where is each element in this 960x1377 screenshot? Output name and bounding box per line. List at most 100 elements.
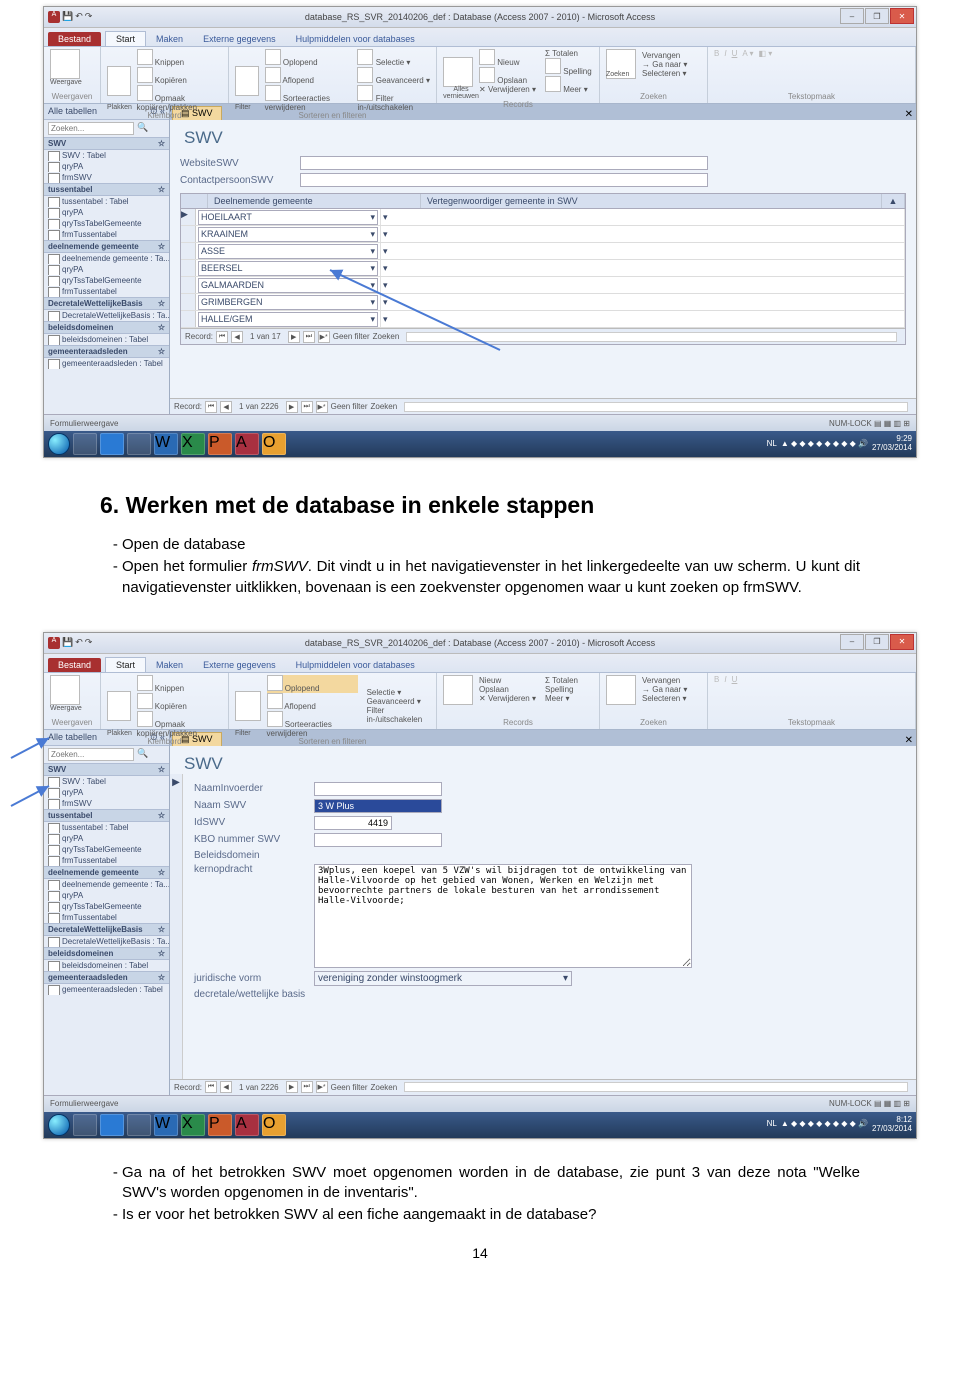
nav-item[interactable]: qryPA	[44, 161, 169, 172]
taskbar-app[interactable]	[127, 1114, 151, 1136]
ribbon-oplopend[interactable]: Oplopend	[265, 49, 349, 67]
taskbar-app[interactable]	[73, 1114, 97, 1136]
ribbon-selectie[interactable]: Selectie ▾	[357, 49, 430, 67]
ribbon-knippen[interactable]: Knippen	[137, 675, 222, 693]
nav-group-header[interactable]: gemeenteraadsleden☆	[44, 971, 169, 984]
nav-last-icon[interactable]: ⏭	[301, 401, 313, 413]
search-icon[interactable]: 🔍	[137, 122, 148, 135]
naamswv-input[interactable]	[314, 799, 442, 813]
ribbon-verwijderen[interactable]: ✕ Verwijderen ▾	[479, 694, 536, 703]
tab-start[interactable]: Start	[105, 657, 146, 672]
tab-hulpmiddelen[interactable]: Hulpmiddelen voor databases	[286, 658, 425, 672]
nav-item[interactable]: frmSWV	[44, 172, 169, 183]
vertegenwoordiger-combo[interactable]: ▾	[383, 212, 573, 223]
nav-item[interactable]: qryPA	[44, 890, 169, 901]
nav-group-header[interactable]: gemeenteraadsleden☆	[44, 345, 169, 358]
jurvorm-select[interactable]: vereniging zonder winstoogmerk▾	[314, 971, 572, 986]
form-hscroll[interactable]	[404, 402, 908, 412]
nav-group-header[interactable]: beleidsdomeinen☆	[44, 947, 169, 960]
ribbon-nieuw[interactable]: Nieuw	[479, 676, 536, 685]
nav-item[interactable]: qryTssTabelGemeente	[44, 218, 169, 229]
ribbon-nieuw[interactable]: Nieuw	[479, 49, 536, 67]
vertegenwoordiger-combo[interactable]: ▾	[383, 229, 573, 240]
idswv-input[interactable]	[314, 816, 392, 830]
gemeente-combo[interactable]: BEERSEL▾	[198, 261, 378, 276]
nav-item[interactable]: frmSWV	[44, 798, 169, 809]
tab-externe[interactable]: Externe gegevens	[193, 658, 286, 672]
window-min-button[interactable]: –	[840, 634, 864, 650]
ribbon-totalen[interactable]: Σ Totalen	[545, 49, 592, 58]
table-row[interactable]: ASSE▾▾	[181, 243, 905, 260]
paste-icon[interactable]	[107, 66, 131, 96]
taskbar-app[interactable]	[73, 433, 97, 455]
find-icon[interactable]	[606, 675, 636, 705]
nav-item[interactable]: qryPA	[44, 833, 169, 844]
record-selector[interactable]: ▶	[170, 774, 183, 1079]
filter-icon[interactable]	[235, 691, 261, 721]
form-hscroll[interactable]	[404, 1082, 908, 1092]
nav-group-header[interactable]: tussentabel☆	[44, 183, 169, 196]
ribbon-geavanceerd[interactable]: Geavanceerd ▾	[367, 697, 430, 706]
contact-input[interactable]	[300, 173, 708, 187]
table-row[interactable]: BEERSEL▾▾	[181, 260, 905, 277]
nav-group-header[interactable]: deelnemende gemeente☆	[44, 240, 169, 253]
table-row[interactable]: KRAAINEM▾▾	[181, 226, 905, 243]
taskbar-app[interactable]: P	[208, 433, 232, 455]
filter-icon[interactable]	[235, 66, 259, 96]
nav-item[interactable]: beleidsdomeinen : Tabel	[44, 960, 169, 971]
gemeente-combo[interactable]: HOEILAART▾	[198, 210, 378, 225]
nav-item[interactable]: gemeenteraadsleden : Tabel	[44, 358, 169, 369]
nav-item[interactable]: qryTssTabelGemeente	[44, 275, 169, 286]
qat-undo-icon[interactable]: ↶	[75, 637, 83, 649]
view-switcher[interactable]: ▤ ▦ ▥ ⊞	[874, 1099, 910, 1108]
ribbon-spelling[interactable]: Spelling	[545, 58, 592, 76]
tab-maken[interactable]: Maken	[146, 32, 193, 46]
ribbon-ganaar[interactable]: → Ga naar ▾	[642, 60, 687, 69]
taskbar-app[interactable]	[100, 1114, 124, 1136]
gemeente-combo[interactable]: GALMAARDEN▾	[198, 278, 378, 293]
naaminvoerder-input[interactable]	[314, 782, 442, 796]
nav-item[interactable]: SWV : Tabel	[44, 150, 169, 161]
vertegenwoordiger-combo[interactable]: ▾	[383, 280, 573, 291]
nav-item[interactable]: frmTussentabel	[44, 855, 169, 866]
table-row[interactable]: ▶HOEILAART▾▾	[181, 209, 905, 226]
vertegenwoordiger-combo[interactable]: ▾	[383, 314, 573, 325]
ribbon-opslaan[interactable]: Opslaan	[479, 685, 536, 694]
nav-group-header[interactable]: SWV☆	[44, 763, 169, 776]
nav-item[interactable]: frmTussentabel	[44, 229, 169, 240]
nav-new-icon[interactable]: ▶*	[318, 331, 330, 343]
ribbon-spelling[interactable]: Spelling	[545, 685, 578, 694]
nav-group-header[interactable]: deelnemende gemeente☆	[44, 866, 169, 879]
nav-item[interactable]: tussentabel : Tabel	[44, 196, 169, 207]
ribbon-selectie[interactable]: Selectie ▾	[367, 688, 430, 697]
taskbar-app[interactable]: A	[235, 1114, 259, 1136]
nav-group-header[interactable]: beleidsdomeinen☆	[44, 321, 169, 334]
taskbar-app[interactable]: W	[154, 1114, 178, 1136]
kbo-input[interactable]	[314, 833, 442, 847]
grid-hscroll[interactable]	[406, 332, 897, 342]
nav-header[interactable]: Alle tabellen	[48, 106, 97, 117]
tray-lang[interactable]: NL	[767, 440, 777, 449]
ribbon-knippen[interactable]: Knippen	[137, 49, 222, 67]
nav-prev-icon[interactable]: ◀	[220, 401, 232, 413]
doc-close-button[interactable]: ✕	[905, 735, 913, 746]
nav-item[interactable]: gemeenteraadsleden : Tabel	[44, 984, 169, 995]
ribbon-aflopend[interactable]: Aflopend	[267, 693, 358, 711]
nav-first-icon[interactable]: ⏮	[205, 401, 217, 413]
start-orb[interactable]	[48, 1114, 70, 1136]
tray-lang[interactable]: NL	[767, 1120, 777, 1129]
table-row[interactable]: GALMAARDEN▾ ▾	[181, 277, 905, 294]
window-close-button[interactable]: ✕	[890, 8, 914, 24]
qat-redo-icon[interactable]: ↷	[85, 637, 93, 649]
nav-item[interactable]: deelnemende gemeente : Ta...	[44, 879, 169, 890]
nav-item[interactable]: frmTussentabel	[44, 912, 169, 923]
ribbon-kopieren[interactable]: Kopiëren	[137, 693, 222, 711]
doc-close-button[interactable]: ✕	[905, 109, 913, 120]
gemeente-combo[interactable]: ASSE▾	[198, 244, 378, 259]
nav-item[interactable]: beleidsdomeinen : Tabel	[44, 334, 169, 345]
tab-hulpmiddelen[interactable]: Hulpmiddelen voor databases	[286, 32, 425, 46]
taskbar-app[interactable]	[127, 433, 151, 455]
nav-first-icon[interactable]: ⏮	[216, 331, 228, 343]
refresh-icon[interactable]	[443, 675, 473, 705]
tab-externe[interactable]: Externe gegevens	[193, 32, 286, 46]
